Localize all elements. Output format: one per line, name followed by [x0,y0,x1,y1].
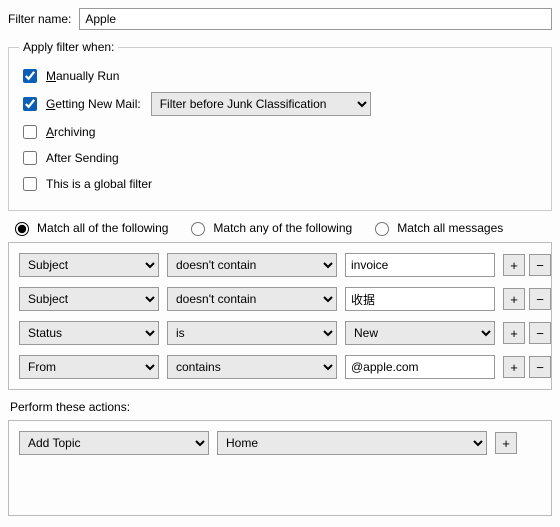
remove-rule-button[interactable]: − [529,322,551,344]
rules-container: Subject doesn't contain + − Subject does… [8,242,552,390]
after-sending-label: After Sending [46,151,119,165]
global-filter-checkbox[interactable] [23,177,37,191]
archiving-checkbox[interactable] [23,125,37,139]
rule-value-input[interactable] [345,355,495,379]
after-sending-row: After Sending [19,148,541,168]
global-filter-row: This is a global filter [19,174,541,194]
match-any-radio[interactable] [191,222,205,236]
rule-value-input[interactable] [345,253,495,277]
filter-name-row: Filter name: [8,8,552,30]
rule-row: Status is New + − [19,321,541,345]
remove-rule-button[interactable]: − [529,356,551,378]
rule-row: Subject doesn't contain + − [19,253,541,277]
match-any-option[interactable]: Match any of the following [186,219,352,236]
getting-new-mail-label: Getting New Mail: [46,97,141,111]
manually-run-label: Manually Run [46,69,119,83]
junk-classification-select[interactable]: Filter before Junk Classification [151,92,371,116]
action-name-select[interactable]: Add Topic [19,431,209,455]
perform-actions-label: Perform these actions: [10,400,552,414]
rule-op-select[interactable]: doesn't contain [167,287,337,311]
apply-filter-when-legend: Apply filter when: [19,40,118,54]
match-all-radio[interactable] [15,222,29,236]
manually-run-row: Manually Run [19,66,541,86]
apply-filter-when-group: Apply filter when: Manually Run Getting … [8,40,552,211]
match-all-messages-option[interactable]: Match all messages [370,219,503,236]
remove-rule-button[interactable]: − [529,254,551,276]
filter-name-input[interactable] [79,8,552,30]
add-rule-button[interactable]: + [503,356,525,378]
rule-field-select[interactable]: Subject [19,253,159,277]
add-rule-button[interactable]: + [503,322,525,344]
getting-new-mail-checkbox[interactable] [23,97,37,111]
rule-op-select[interactable]: contains [167,355,337,379]
archiving-label: Archiving [46,125,95,139]
getting-new-mail-row: Getting New Mail: Filter before Junk Cla… [19,92,541,116]
action-value-select[interactable]: Home [217,431,487,455]
action-row: Add Topic Home + [19,431,541,455]
rule-row: Subject doesn't contain + − [19,287,541,311]
rule-field-select[interactable]: Status [19,321,159,345]
match-all-messages-radio[interactable] [375,222,389,236]
archiving-row: Archiving [19,122,541,142]
rule-field-select[interactable]: From [19,355,159,379]
rule-op-select[interactable]: is [167,321,337,345]
rule-field-select[interactable]: Subject [19,287,159,311]
rule-value-input[interactable] [345,287,495,311]
match-all-option[interactable]: Match all of the following [10,219,168,236]
filter-name-label: Filter name: [8,12,71,26]
rule-row: From contains + − [19,355,541,379]
manually-run-checkbox[interactable] [23,69,37,83]
rule-op-select[interactable]: doesn't contain [167,253,337,277]
add-rule-button[interactable]: + [503,254,525,276]
after-sending-checkbox[interactable] [23,151,37,165]
global-filter-label: This is a global filter [46,177,152,191]
add-rule-button[interactable]: + [503,288,525,310]
remove-rule-button[interactable]: − [529,288,551,310]
actions-container: Add Topic Home + [8,420,552,516]
rule-value-select[interactable]: New [345,321,495,345]
match-mode-group: Match all of the following Match any of … [10,219,552,236]
add-action-button[interactable]: + [495,432,517,454]
